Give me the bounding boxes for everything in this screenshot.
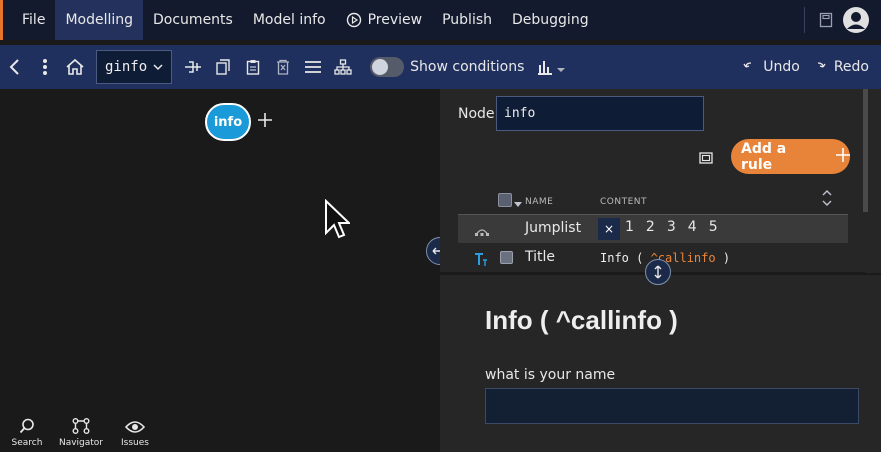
node-field-label: Node bbox=[458, 106, 495, 122]
jumplist-icon bbox=[474, 222, 490, 241]
jump-number[interactable]: 4 bbox=[688, 219, 697, 235]
rules-table-header: NAME CONTENT bbox=[458, 189, 848, 215]
list-icon[interactable] bbox=[298, 45, 328, 89]
mouse-cursor-icon bbox=[324, 198, 352, 243]
preview-title: Info ( ^callinfo ) bbox=[485, 305, 678, 335]
menu-debugging[interactable]: Debugging bbox=[502, 0, 599, 40]
back-chevron-icon[interactable] bbox=[0, 45, 30, 89]
save-icon[interactable] bbox=[811, 0, 841, 42]
resize-vertical-icon bbox=[654, 265, 662, 279]
toolbar: ginfo Show conditions Undo Redo bbox=[0, 45, 881, 89]
menu-bar: File Modelling Documents Model info Prev… bbox=[0, 0, 881, 40]
sort-icon[interactable] bbox=[822, 189, 832, 211]
menu-modelling[interactable]: Modelling bbox=[55, 0, 144, 40]
home-icon[interactable] bbox=[60, 45, 90, 89]
rule-name: Jumplist bbox=[525, 220, 582, 236]
insert-node-icon[interactable] bbox=[178, 45, 208, 89]
title-icon bbox=[474, 251, 488, 271]
redo-icon bbox=[814, 59, 826, 75]
rule-checkbox[interactable] bbox=[500, 251, 513, 264]
search-icon bbox=[19, 418, 34, 434]
user-avatar-icon[interactable] bbox=[841, 0, 871, 42]
menu-accent-stripe bbox=[0, 0, 3, 40]
jump-number[interactable]: 5 bbox=[709, 219, 718, 235]
play-circle-icon bbox=[346, 12, 362, 28]
navigator-icon bbox=[72, 418, 90, 434]
jump-number[interactable]: 3 bbox=[667, 219, 676, 235]
jumplist-remove-button[interactable]: × bbox=[598, 218, 620, 240]
delete-icon[interactable] bbox=[268, 45, 298, 89]
issues-tool[interactable]: Issues bbox=[108, 408, 162, 452]
add-rule-button[interactable]: Add a rule bbox=[731, 139, 850, 174]
jump-number[interactable]: 2 bbox=[646, 219, 655, 235]
menu-publish[interactable]: Publish bbox=[432, 0, 502, 40]
more-vertical-icon[interactable] bbox=[30, 45, 60, 89]
jumplist-numbers: 1 2 3 4 5 bbox=[625, 219, 718, 235]
answer-input[interactable] bbox=[485, 388, 859, 424]
navigator-tool[interactable]: Navigator bbox=[54, 408, 108, 452]
menu-separator bbox=[804, 7, 805, 33]
column-content-header: CONTENT bbox=[600, 197, 648, 207]
question-label: what is your name bbox=[485, 367, 616, 383]
undo-icon bbox=[743, 59, 755, 75]
rule-name: Title bbox=[525, 249, 556, 265]
rules-panel: Node info Add a rule NAME CONTENT Jumpli… bbox=[440, 89, 881, 273]
graph-node-info[interactable]: info bbox=[205, 103, 251, 141]
menu-preview[interactable]: Preview bbox=[336, 0, 433, 40]
plus-icon bbox=[836, 147, 850, 166]
menu-documents[interactable]: Documents bbox=[143, 0, 243, 40]
search-tool[interactable]: Search bbox=[0, 408, 54, 452]
show-conditions-label: Show conditions bbox=[410, 59, 525, 75]
graph-canvas[interactable]: info Search Navigator Issues bbox=[0, 89, 440, 452]
rules-scrollbar[interactable] bbox=[863, 89, 868, 212]
chevron-down-icon bbox=[153, 59, 163, 75]
node-select[interactable]: ginfo bbox=[96, 50, 173, 84]
undo-button[interactable]: Undo bbox=[743, 59, 800, 75]
tree-hierarchy-icon[interactable] bbox=[328, 45, 358, 89]
caret-down-icon[interactable] bbox=[556, 58, 566, 77]
menu-file[interactable]: File bbox=[12, 0, 55, 40]
select-caret-icon[interactable] bbox=[514, 193, 522, 212]
bottom-tools: Search Navigator Issues bbox=[0, 408, 162, 452]
node-name-input[interactable]: info bbox=[496, 96, 704, 131]
copy-icon[interactable] bbox=[208, 45, 238, 89]
menu-model-info[interactable]: Model info bbox=[243, 0, 336, 40]
eye-icon bbox=[125, 421, 145, 433]
redo-button[interactable]: Redo bbox=[814, 59, 869, 75]
paste-icon[interactable] bbox=[238, 45, 268, 89]
jump-number[interactable]: 1 bbox=[625, 219, 634, 235]
select-all-checkbox[interactable] bbox=[498, 193, 512, 207]
add-node-plus-icon[interactable] bbox=[254, 107, 276, 133]
show-conditions-toggle[interactable] bbox=[370, 57, 405, 77]
rule-row-jumplist[interactable]: Jumplist × 1 2 3 4 5 bbox=[458, 215, 848, 243]
preview-panel: Info ( ^callinfo ) what is your name bbox=[440, 275, 881, 452]
expand-panel-icon[interactable] bbox=[699, 149, 713, 168]
vertical-resize-handle[interactable] bbox=[645, 259, 671, 285]
column-name-header: NAME bbox=[525, 197, 554, 207]
toggle-knob bbox=[372, 59, 389, 75]
